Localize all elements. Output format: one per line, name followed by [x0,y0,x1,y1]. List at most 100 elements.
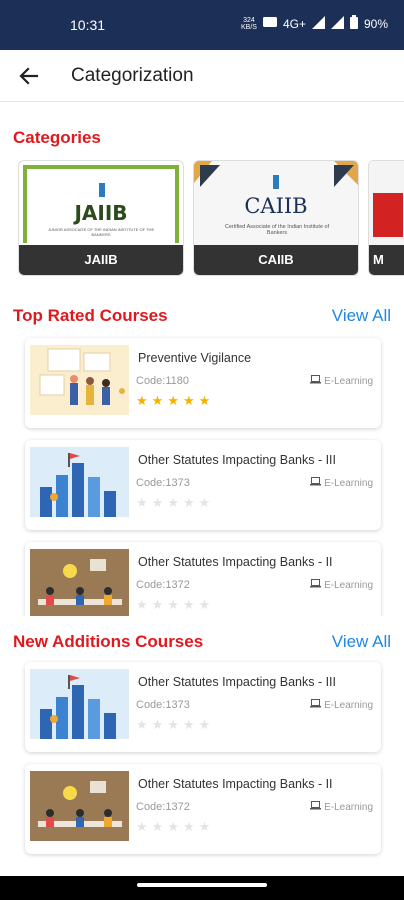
course-thumbnail [30,771,129,841]
signal-icon [311,15,325,32]
star-icon: ★ [167,393,179,408]
course-type-label: E-Learning [324,699,373,711]
star-icon: ★ [136,393,148,408]
course-type-label: E-Learning [324,801,373,813]
star-icon: ★ [198,495,211,510]
course-type-label: E-Learning [324,477,373,489]
jaiib-logo-subtext: JUNIOR ASSOCIATE OF THE INDIAN INSTITUTE… [47,227,155,237]
app-bar: Categorization [0,50,404,102]
sim-icon [262,16,277,31]
course-code: Code:1373 [136,477,190,489]
star-icon: ★ [151,717,164,732]
course-type: E-Learning [310,801,373,813]
status-bar: 10:31 324 KB/S 4G+ 90% [0,0,404,50]
category-card-partial[interactable]: M [368,160,404,276]
course-card[interactable]: Other Statutes Impacting Banks - III Cod… [25,440,381,530]
course-card[interactable]: Preventive Vigilance Code:1180 E-Learnin… [25,338,381,428]
course-code: Code:1180 [136,375,190,387]
rating-stars: ★ ★ ★ ★ ★ [136,597,210,613]
star-icon: ★ [151,495,164,510]
rating-stars: ★ ★ ★ ★ ★ [136,717,210,733]
star-icon: ★ [198,597,211,612]
top-rated-view-all-link[interactable]: View All [332,306,391,326]
new-additions-list[interactable]: Other Statutes Impacting Banks - III Cod… [0,656,404,876]
course-type: E-Learning [310,375,373,387]
course-name: Other Statutes Impacting Banks - III [138,453,337,467]
laptop-icon [310,579,322,591]
laptop-icon [310,801,322,813]
top-rated-list[interactable]: Preventive Vigilance Code:1180 E-Learnin… [0,332,404,616]
course-code: Code:1372 [136,801,190,813]
battery-percent: 90% [363,16,388,31]
rating-stars: ★ ★ ★ ★ ★ [136,393,210,409]
star-icon: ★ [198,819,211,834]
status-icons: 324 KB/S 4G+ 90% [241,15,388,32]
laptop-icon [310,375,322,387]
new-additions-view-all-link[interactable]: View All [332,632,391,652]
star-icon: ★ [136,717,148,732]
course-name: Other Statutes Impacting Banks - III [138,675,337,689]
star-icon: ★ [136,819,148,834]
star-icon: ★ [151,393,164,408]
course-thumbnail [30,447,129,517]
star-icon: ★ [151,597,164,612]
star-icon: ★ [136,495,148,510]
star-icon: ★ [182,495,195,510]
star-icon: ★ [167,495,179,510]
course-name: Preventive Vigilance [138,351,252,365]
course-thumbnail [30,345,129,415]
course-type: E-Learning [310,579,373,591]
star-icon: ★ [167,597,179,612]
network-type: 4G+ [282,16,306,31]
category-card-jaiib[interactable]: JAIIB JUNIOR ASSOCIATE OF THE INDIAN INS… [18,160,184,276]
category-label: JAIIB [19,245,183,275]
course-card[interactable]: Other Statutes Impacting Banks - III Cod… [25,662,381,752]
home-gesture-handle[interactable] [137,883,267,887]
star-icon: ★ [136,597,148,612]
course-code: Code:1373 [136,699,190,711]
rating-stars: ★ ★ ★ ★ ★ [136,495,210,511]
system-nav-bar [0,876,404,900]
arrow-back-icon[interactable] [16,63,42,89]
categories-carousel[interactable]: JAIIB JUNIOR ASSOCIATE OF THE INDIAN INS… [0,160,404,278]
jaiib-logo-text: JAIIB [74,201,128,225]
course-thumbnail [30,669,129,739]
course-thumbnail [30,549,129,616]
star-icon: ★ [167,717,179,732]
jaiib-logo: JAIIB JUNIOR ASSOCIATE OF THE INDIAN INS… [23,165,179,243]
page-title: Categorization [71,65,194,86]
caiib-logo-subtext: Certified Associate of the Indian Instit… [224,224,330,236]
caiib-logo-text: CAIIB [244,194,308,218]
laptop-icon [310,699,322,711]
star-icon: ★ [182,393,195,408]
category-image [369,161,404,247]
category-label: CAIIB [194,245,358,275]
category-card-caiib[interactable]: CAIIB Certified Associate of the Indian … [193,160,359,276]
battery-icon [349,15,358,32]
data-speed-icon: 324 KB/S [241,16,257,31]
course-card[interactable]: Other Statutes Impacting Banks - II Code… [25,542,381,616]
course-name: Other Statutes Impacting Banks - II [138,555,333,569]
new-additions-heading: New Additions Courses [13,632,204,651]
rating-stars: ★ ★ ★ ★ ★ [136,819,210,835]
course-type: E-Learning [310,699,373,711]
top-rated-heading: Top Rated Courses [13,306,168,325]
star-icon: ★ [182,597,195,612]
course-type-label: E-Learning [324,579,373,591]
course-card[interactable]: Other Statutes Impacting Banks - II Code… [25,764,381,854]
course-name: Other Statutes Impacting Banks - II [138,777,333,791]
laptop-icon [310,477,322,489]
star-icon: ★ [182,819,195,834]
star-icon: ★ [182,717,195,732]
star-icon: ★ [198,717,211,732]
status-time: 10:31 [70,17,106,33]
star-icon: ★ [167,819,179,834]
star-icon: ★ [151,819,164,834]
categories-heading: Categories [13,128,101,147]
course-code: Code:1372 [136,579,190,591]
signal-icon [330,15,344,32]
caiib-logo: CAIIB Certified Associate of the Indian … [194,161,358,247]
course-type: E-Learning [310,477,373,489]
category-label: M [369,245,404,275]
course-type-label: E-Learning [324,375,373,387]
